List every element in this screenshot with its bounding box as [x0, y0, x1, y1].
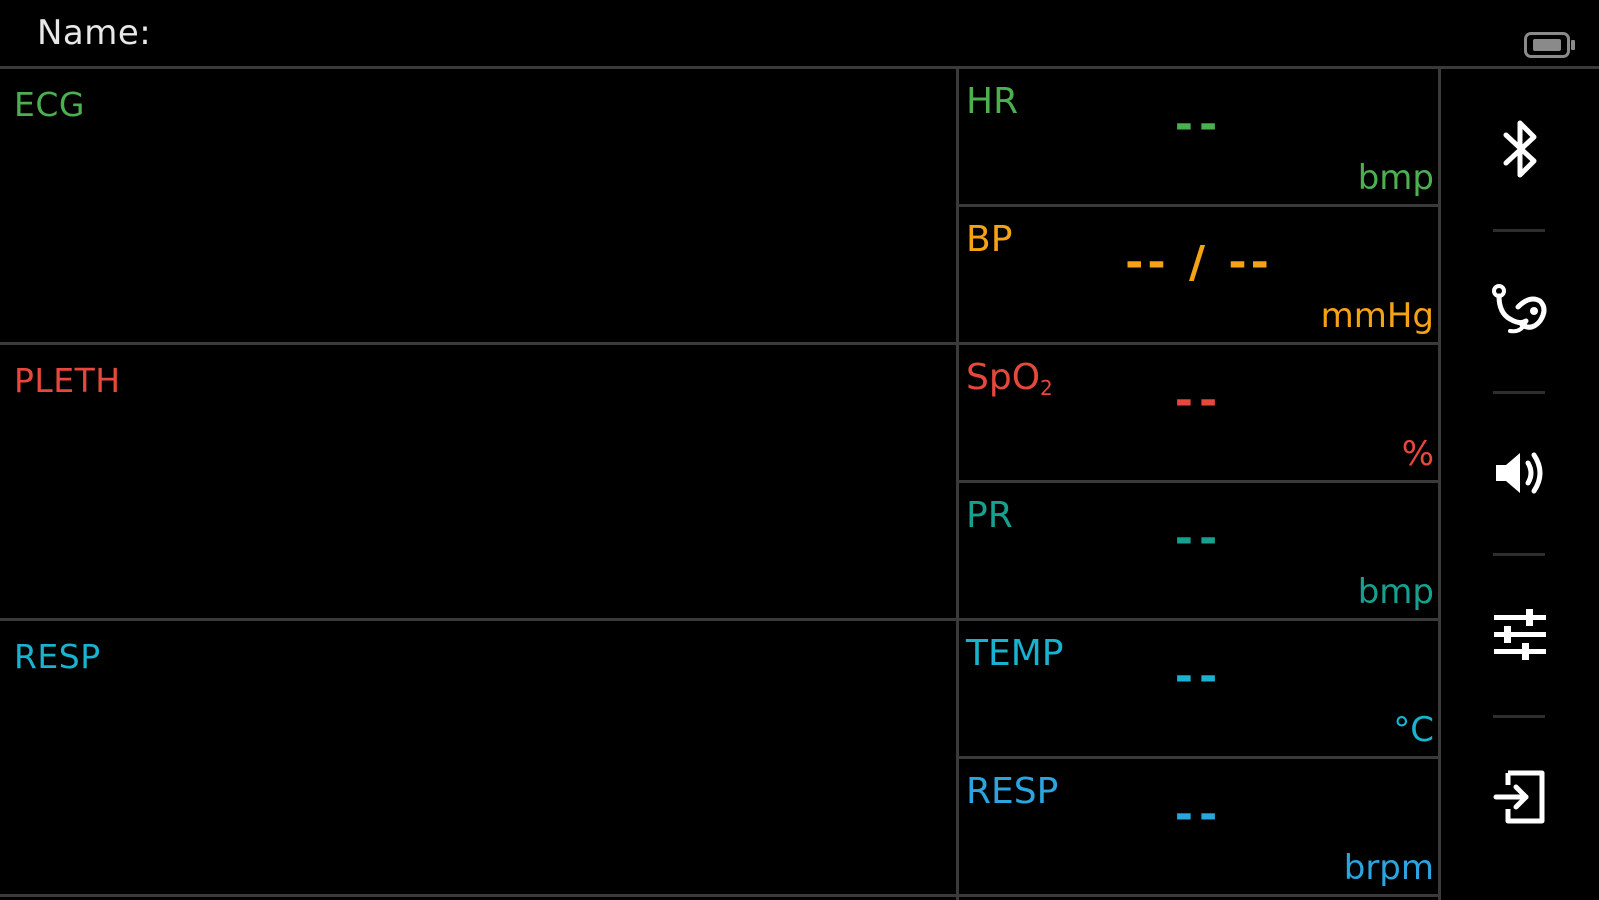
bluetooth-icon [1503, 120, 1537, 178]
ecg-waveform-panel: ECG [0, 69, 956, 342]
temp-unit: °C [1393, 710, 1434, 750]
resp-waveform-label: RESP [14, 637, 101, 676]
pr-unit: bmp [1357, 572, 1434, 612]
battery-icon [1524, 32, 1575, 58]
stethoscope-button[interactable] [1441, 241, 1599, 381]
sliders-icon [1494, 609, 1546, 660]
hr-unit: bmp [1357, 158, 1434, 198]
pr-value: -- [1174, 513, 1224, 564]
bp-value: -- / -- [1125, 237, 1273, 288]
pr-panel[interactable]: PR -- bmp [960, 483, 1438, 618]
resp-unit: brpm [1343, 848, 1434, 888]
patient-name-label: Name: [37, 13, 152, 53]
speaker-icon [1496, 452, 1543, 494]
divider [0, 894, 1441, 897]
exit-button[interactable] [1441, 727, 1599, 867]
temp-panel[interactable]: TEMP -- °C [960, 621, 1438, 756]
hr-panel[interactable]: HR -- bmp [960, 69, 1438, 204]
pleth-waveform-panel: PLETH [0, 345, 956, 618]
divider [1493, 553, 1545, 556]
divider [1493, 229, 1545, 232]
spo2-unit: % [1401, 434, 1434, 474]
stethoscope-icon [1492, 284, 1547, 334]
pleth-label: PLETH [14, 361, 121, 400]
header-bar: Name: [0, 0, 1599, 66]
divider [1493, 391, 1545, 394]
sidebar [1441, 69, 1599, 900]
resp-panel[interactable]: RESP -- brpm [960, 759, 1438, 894]
login-icon [1493, 770, 1545, 824]
resp-waveform-panel: RESP [0, 621, 956, 894]
temp-value: -- [1174, 651, 1224, 702]
bluetooth-button[interactable] [1441, 79, 1599, 219]
spo2-panel[interactable]: SpO2 -- % [960, 345, 1438, 480]
settings-button[interactable] [1441, 565, 1599, 705]
divider [956, 66, 959, 900]
volume-button[interactable] [1441, 403, 1599, 543]
bp-unit: mmHg [1320, 296, 1434, 336]
spo2-value: -- [1174, 375, 1224, 426]
hr-value: -- [1174, 99, 1224, 150]
bp-panel[interactable]: BP -- / -- mmHg [960, 207, 1438, 342]
ecg-label: ECG [14, 85, 85, 124]
resp-value: -- [1174, 789, 1224, 840]
divider [1493, 715, 1545, 718]
